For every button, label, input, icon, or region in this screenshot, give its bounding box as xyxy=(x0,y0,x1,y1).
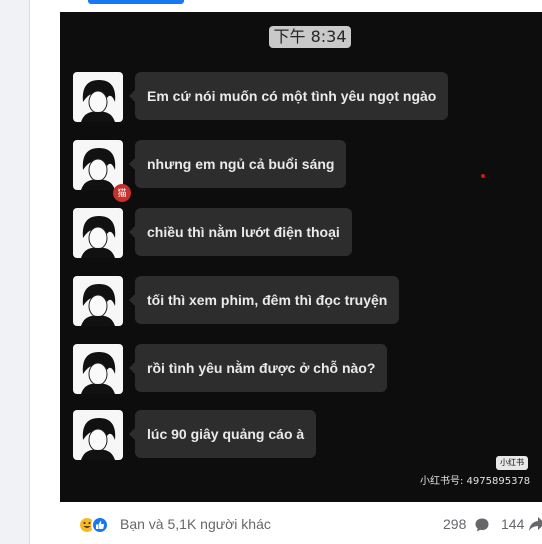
post-card: 下午 8:34 Em cứ nói muốn có một tình yêu n… xyxy=(29,0,542,544)
watermark-id: 小红书号: 4975895378 xyxy=(420,476,531,487)
reaction-icons[interactable] xyxy=(78,516,118,534)
avatar xyxy=(73,140,123,190)
red-dot xyxy=(481,174,485,178)
avatar xyxy=(73,410,123,460)
message-bubble: chiều thì nằm lướt điện thoại xyxy=(129,208,352,256)
avatar xyxy=(73,276,123,326)
message-bubble: rồi tình yêu nằm được ở chỗ nào? xyxy=(128,344,388,392)
message-bubble: tối thì xem phim, đêm thì đọc truyện xyxy=(128,276,400,324)
avatar xyxy=(73,72,123,122)
watermark-logo: 小红书 xyxy=(496,456,528,470)
comments-count[interactable]: 298 xyxy=(443,516,466,532)
message-bubble: Em cứ nói muốn có một tình yêu ngọt ngào xyxy=(128,72,449,120)
message-bubble: lúc 90 giây quảng cáo à xyxy=(128,410,317,458)
post-image[interactable]: 下午 8:34 Em cứ nói muốn có một tình yêu n… xyxy=(60,12,542,502)
comment-icon[interactable] xyxy=(474,517,490,533)
seal-stamp-icon: 猫 xyxy=(113,184,131,202)
share-icon[interactable] xyxy=(528,516,542,533)
post-footer: Bạn và 5,1K người khác 298 144 xyxy=(60,502,542,544)
top-accent-bar xyxy=(88,0,184,4)
chat-time: 下午 8:34 xyxy=(269,26,351,48)
reactions-summary[interactable]: Bạn và 5,1K người khác xyxy=(120,516,271,532)
avatar xyxy=(73,208,123,258)
avatar xyxy=(73,344,123,394)
message-bubble: nhưng em ngủ cả buổi sáng xyxy=(128,140,347,188)
like-reaction-icon xyxy=(91,516,109,534)
shares-count[interactable]: 144 xyxy=(501,516,524,532)
